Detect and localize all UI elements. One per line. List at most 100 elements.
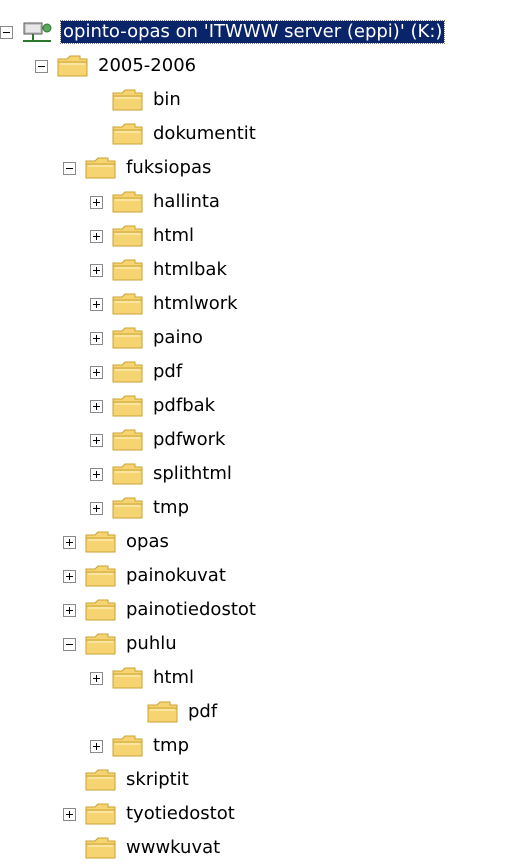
- tree-item[interactable]: 2005-2006: [35, 49, 198, 83]
- tree-root[interactable]: opinto-opas on 'ITWWW server (eppi)' (K:…: [0, 15, 446, 49]
- expand-toggle[interactable]: [90, 501, 103, 515]
- folder-icon: [112, 429, 143, 451]
- expand-toggle[interactable]: [90, 263, 103, 277]
- folder-icon: [112, 259, 143, 281]
- expand-toggle[interactable]: [90, 433, 103, 447]
- tree-item[interactable]: hallinta: [90, 185, 222, 219]
- expand-toggle[interactable]: [90, 467, 103, 481]
- tree-item-label: pdf: [188, 701, 218, 722]
- expand-toggle[interactable]: [63, 603, 76, 617]
- folder-icon: [85, 157, 116, 179]
- tree-item-label: opas: [126, 531, 169, 552]
- tree-item[interactable]: tyotiedostot: [63, 797, 237, 831]
- tree-item-label: wwwkuvat: [126, 837, 221, 858]
- tree-item-label: html: [153, 225, 195, 246]
- folder-icon: [85, 803, 116, 825]
- toggle-spacer: [125, 706, 138, 719]
- tree-item-label: bin: [153, 89, 181, 110]
- tree-item-label: skriptit: [126, 769, 189, 790]
- expand-toggle[interactable]: [63, 535, 76, 549]
- folder-icon: [112, 191, 143, 213]
- collapse-toggle[interactable]: [63, 161, 76, 175]
- folder-icon: [112, 361, 143, 383]
- tree-item-label: dokumentit: [153, 123, 256, 144]
- expand-toggle[interactable]: [90, 739, 103, 753]
- tree-item-label: painotiedostot: [126, 599, 256, 620]
- folder-icon: [57, 55, 88, 77]
- expand-toggle[interactable]: [90, 671, 103, 685]
- folder-tree: opinto-opas on 'ITWWW server (eppi)' (K:…: [0, 0, 505, 859]
- tree-item[interactable]: paino: [90, 321, 205, 355]
- folder-icon: [85, 633, 116, 655]
- tree-item[interactable]: splithtml: [90, 457, 234, 491]
- tree-item[interactable]: pdf: [125, 695, 219, 729]
- tree-item-label: htmlbak: [153, 259, 227, 280]
- folder-icon: [85, 599, 116, 621]
- tree-item-label: fuksiopas: [126, 157, 212, 178]
- folder-icon: [85, 769, 116, 791]
- folder-icon: [112, 395, 143, 417]
- tree-root-label: opinto-opas on 'ITWWW server (eppi)' (K:…: [59, 20, 446, 44]
- tree-item[interactable]: pdf: [90, 355, 184, 389]
- network-drive-icon: [23, 22, 52, 42]
- tree-item[interactable]: htmlwork: [90, 287, 240, 321]
- tree-item-label: pdfbak: [153, 395, 216, 416]
- tree-item-label: splithtml: [153, 463, 232, 484]
- tree-item[interactable]: skriptit: [63, 763, 191, 797]
- expand-toggle[interactable]: [90, 399, 103, 413]
- tree-item-label: paino: [153, 327, 203, 348]
- folder-icon: [112, 497, 143, 519]
- tree-item-label: pdfwork: [153, 429, 226, 450]
- toggle-spacer: [63, 842, 76, 855]
- collapse-toggle[interactable]: [0, 25, 13, 39]
- tree-item-label: 2005-2006: [98, 55, 197, 76]
- expand-toggle[interactable]: [90, 229, 103, 243]
- folder-icon: [112, 327, 143, 349]
- expand-toggle[interactable]: [90, 195, 103, 209]
- tree-item-label: tmp: [153, 497, 190, 518]
- tree-item-label: html: [153, 667, 195, 688]
- tree-item[interactable]: painokuvat: [63, 559, 228, 593]
- tree-item-label: tyotiedostot: [126, 803, 235, 824]
- collapse-toggle[interactable]: [35, 59, 48, 73]
- tree-item-label: painokuvat: [126, 565, 226, 586]
- folder-icon: [112, 667, 143, 689]
- tree-item[interactable]: opas: [63, 525, 171, 559]
- expand-toggle[interactable]: [90, 365, 103, 379]
- tree-item[interactable]: html: [90, 219, 196, 253]
- collapse-toggle[interactable]: [63, 637, 76, 651]
- expand-toggle[interactable]: [90, 297, 103, 311]
- tree-item[interactable]: pdfbak: [90, 389, 217, 423]
- tree-item[interactable]: tmp: [90, 729, 191, 763]
- tree-item-label: tmp: [153, 735, 190, 756]
- tree-item[interactable]: htmlbak: [90, 253, 229, 287]
- tree-item[interactable]: painotiedostot: [63, 593, 258, 627]
- expand-toggle[interactable]: [90, 331, 103, 345]
- toggle-spacer: [90, 128, 103, 141]
- folder-icon: [112, 463, 143, 485]
- tree-item[interactable]: html: [90, 661, 196, 695]
- tree-item[interactable]: bin: [90, 83, 183, 117]
- expand-toggle[interactable]: [63, 807, 76, 821]
- folder-icon: [112, 225, 143, 247]
- folder-icon: [85, 531, 116, 553]
- tree-item-label: htmlwork: [153, 293, 238, 314]
- toggle-spacer: [90, 94, 103, 107]
- folder-icon: [147, 701, 178, 723]
- folder-icon: [112, 123, 143, 145]
- folder-icon: [112, 89, 143, 111]
- tree-item[interactable]: tmp: [90, 491, 191, 525]
- folder-icon: [112, 735, 143, 757]
- tree-item[interactable]: fuksiopas: [63, 151, 213, 185]
- tree-item[interactable]: dokumentit: [90, 117, 258, 151]
- folder-icon: [112, 293, 143, 315]
- tree-item[interactable]: puhlu: [63, 627, 179, 661]
- tree-item[interactable]: pdfwork: [90, 423, 227, 457]
- expand-toggle[interactable]: [63, 569, 76, 583]
- tree-item[interactable]: wwwkuvat: [63, 831, 222, 865]
- tree-item-label: pdf: [153, 361, 183, 382]
- tree-item-label: hallinta: [153, 191, 220, 212]
- folder-icon: [85, 837, 116, 859]
- toggle-spacer: [63, 774, 76, 787]
- folder-icon: [85, 565, 116, 587]
